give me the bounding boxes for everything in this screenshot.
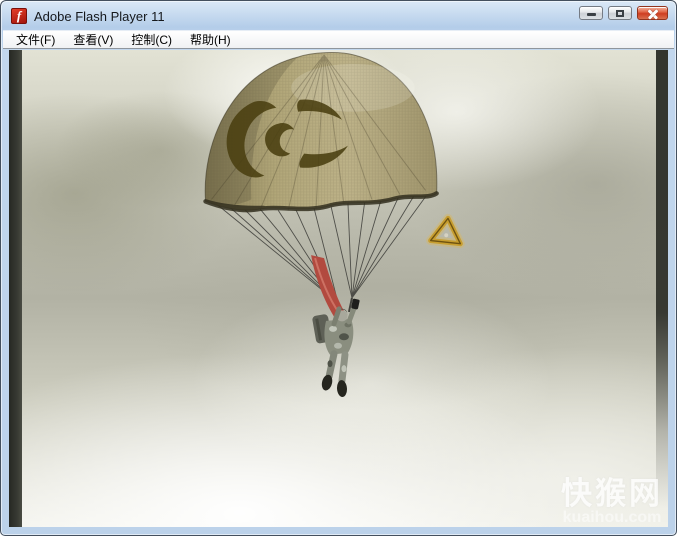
maximize-button[interactable] xyxy=(608,6,632,20)
game-stage[interactable]: 快猴网 kuaihou.com xyxy=(9,50,668,527)
paratrooper xyxy=(312,298,360,398)
title-bar: f Adobe Flash Player 11 xyxy=(2,2,675,30)
minimize-button[interactable] xyxy=(579,6,603,20)
menu-bar: 文件(F) 查看(V) 控制(C) 帮助(H) xyxy=(3,30,674,49)
triangle-pickup xyxy=(426,213,465,249)
menu-file[interactable]: 文件(F) xyxy=(7,30,64,49)
close-button[interactable] xyxy=(637,6,668,20)
maximize-icon xyxy=(616,10,624,17)
menu-help[interactable]: 帮助(H) xyxy=(181,30,240,49)
menu-view[interactable]: 查看(V) xyxy=(64,30,122,49)
flash-icon[interactable]: f xyxy=(11,8,27,24)
menu-control[interactable]: 控制(C) xyxy=(122,30,181,49)
minimize-icon xyxy=(587,13,596,16)
flash-player-window: f Adobe Flash Player 11 文件(F) 查看(V) 控制(C… xyxy=(0,0,677,536)
window-controls xyxy=(579,6,668,20)
parachute-canopy xyxy=(203,52,439,213)
window-title: Adobe Flash Player 11 xyxy=(34,8,165,24)
game-scene xyxy=(203,52,465,398)
